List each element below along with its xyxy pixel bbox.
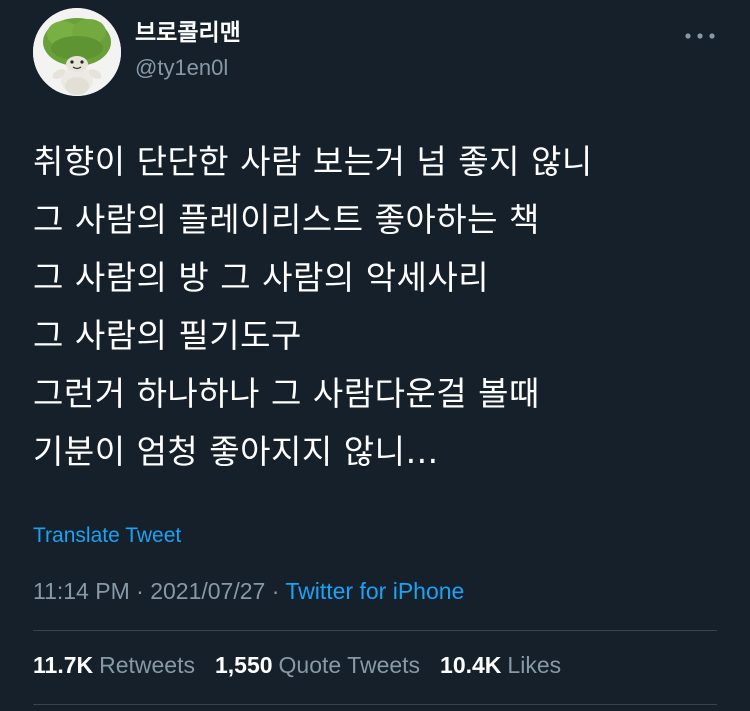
quote-tweets-label: Quote Tweets bbox=[278, 652, 421, 678]
tweet-date: 2021/07/27 bbox=[150, 578, 266, 604]
likes-count: 10.4K bbox=[440, 652, 502, 678]
tweet-line: 그 사람의 필기도구 bbox=[33, 316, 302, 355]
tweet-line: 취향이 단단한 사람 보는거 넘 좋지 않니 bbox=[33, 142, 593, 181]
translate-tweet-link[interactable]: Translate Tweet bbox=[33, 521, 181, 551]
tweet-meta: 11:14 PM · 2021/07/27 · Twitter for iPho… bbox=[33, 574, 464, 608]
meta-separator: · bbox=[129, 578, 151, 604]
broccoli-plush-avatar-icon bbox=[33, 8, 121, 96]
tweet-time: 11:14 PM bbox=[33, 578, 130, 604]
retweets-stat[interactable]: 11.7K Retweets bbox=[33, 648, 195, 682]
more-horizontal-icon[interactable] bbox=[680, 22, 720, 50]
tweet-line: 그 사람의 방 그 사람의 악세사리 bbox=[33, 258, 490, 297]
meta-separator: · bbox=[265, 578, 286, 604]
quote-tweets-stat[interactable]: 1,550 Quote Tweets bbox=[215, 648, 420, 682]
retweets-label: Retweets bbox=[99, 652, 195, 678]
tweet-line: 기분이 엄청 좋아지지 않니… bbox=[33, 432, 439, 471]
retweets-count: 11.7K bbox=[33, 652, 94, 678]
tweet-line: 그 사람의 플레이리스트 좋아하는 책 bbox=[33, 200, 540, 239]
likes-label: Likes bbox=[507, 652, 562, 678]
divider bbox=[33, 630, 717, 631]
divider bbox=[33, 704, 717, 705]
tweet-line: 그런거 하나하나 그 사람다운걸 볼때 bbox=[33, 374, 540, 413]
tweet-source-link[interactable]: Twitter for iPhone bbox=[285, 578, 464, 604]
display-name[interactable]: 브로콜리맨 bbox=[135, 18, 241, 48]
user-handle[interactable]: @ty1en0l bbox=[135, 54, 228, 82]
tweet-text: 취향이 단단한 사람 보는거 넘 좋지 않니 그 사람의 플레이리스트 좋아하는… bbox=[33, 133, 723, 481]
quote-tweets-count: 1,550 bbox=[214, 652, 273, 678]
likes-stat[interactable]: 10.4K Likes bbox=[440, 648, 561, 682]
tweet-detail: 브로콜리맨 @ty1en0l 취향이 단단한 사람 보는거 넘 좋지 않니 그 … bbox=[0, 0, 750, 711]
tweet-stats: 11.7K Retweets 1,550 Quote Tweets 10.4K Lik… bbox=[33, 648, 581, 682]
avatar[interactable] bbox=[33, 8, 121, 96]
